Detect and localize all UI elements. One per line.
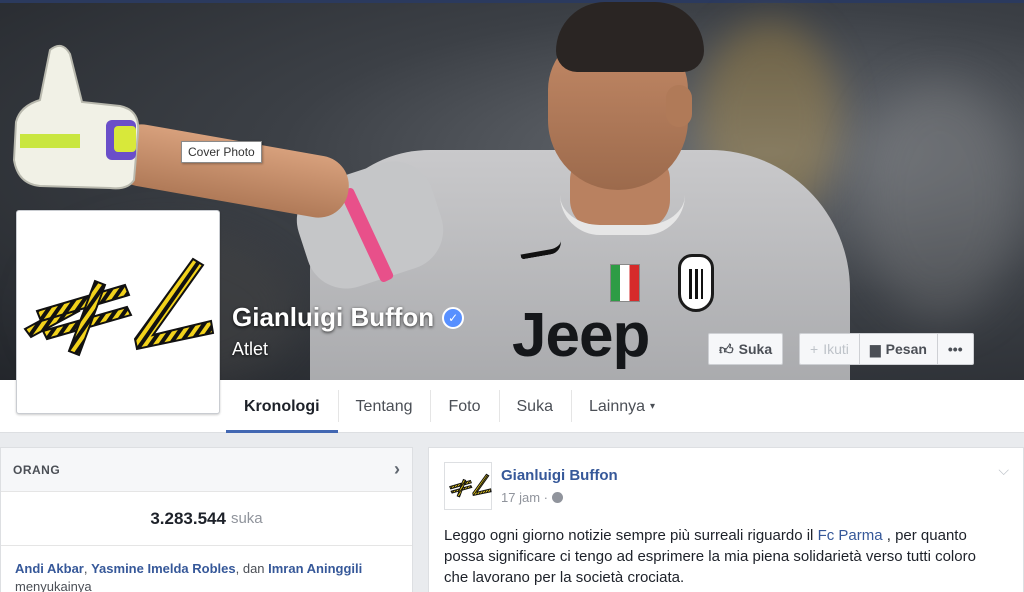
tab-about[interactable]: Tentang bbox=[337, 380, 431, 433]
post-author-name[interactable]: Gianluigi Buffon bbox=[501, 467, 618, 484]
post-time-label: 17 jam · bbox=[501, 490, 548, 505]
caret-down-icon: ▾ bbox=[650, 401, 656, 412]
profile-picture[interactable] bbox=[16, 210, 220, 414]
globe-icon bbox=[551, 492, 563, 503]
background-blur bbox=[860, 80, 1020, 320]
verified-badge-icon: ✓ bbox=[442, 306, 465, 329]
timeline-post: Gianluigi Buffon 17 jam · ⌵ Leggo ogni g… bbox=[428, 447, 1024, 592]
tab-likes[interactable]: Suka bbox=[498, 380, 571, 433]
juventus-crest-icon bbox=[678, 254, 714, 312]
likes-unit: suka bbox=[230, 510, 263, 527]
tab-photos[interactable]: Foto bbox=[430, 380, 498, 433]
chevron-down-icon[interactable]: ⌵ bbox=[998, 462, 1009, 479]
friends-suffix: menyukainya bbox=[15, 579, 92, 592]
player-hair bbox=[556, 2, 704, 72]
tab-timeline[interactable]: Kronologi bbox=[226, 380, 338, 433]
friend-link[interactable]: Imran Aninggili bbox=[268, 561, 362, 576]
follow-button-label: Ikuti bbox=[823, 341, 849, 357]
page-category[interactable]: Atlet bbox=[232, 339, 464, 360]
nav-tabs: Kronologi Tentang Foto Suka Lainnya ▾ bbox=[226, 380, 673, 433]
plus-icon: + bbox=[810, 341, 819, 357]
message-button-label: Pesan bbox=[885, 341, 927, 357]
buffon-logo-icon bbox=[449, 473, 492, 498]
player-ear bbox=[666, 85, 692, 127]
buffon-logo-icon bbox=[23, 257, 215, 357]
italy-flag-icon bbox=[610, 264, 640, 302]
likes-count-row: 3.283.544 suka bbox=[1, 492, 412, 546]
like-button-label: Suka bbox=[738, 341, 773, 357]
likes-count: 3.283.544 bbox=[150, 508, 226, 528]
tab-more[interactable]: Lainnya ▾ bbox=[570, 380, 673, 433]
more-options-button[interactable]: ••• bbox=[936, 333, 974, 365]
like-button[interactable]: 👍︎ Suka bbox=[708, 333, 784, 365]
speech-bubble-icon: ▆ bbox=[869, 340, 881, 357]
page-title-row: Gianluigi Buffon ✓ bbox=[232, 302, 465, 333]
friends-joiner: , dan bbox=[235, 561, 269, 576]
post-body: Leggo ogni giorno notizie sempre più sur… bbox=[444, 525, 1004, 588]
post-text-before: Leggo ogni giorno notizie sempre più sur… bbox=[444, 527, 818, 544]
page-header: Gianluigi Buffon ✓ Atlet bbox=[232, 302, 465, 360]
friend-link[interactable]: Yasmine Imelda Robles bbox=[91, 561, 236, 576]
people-card-header[interactable]: ORANG › bbox=[1, 448, 412, 492]
page-actions: + Ikuti ▆ Pesan ••• bbox=[799, 333, 974, 365]
message-button[interactable]: ▆ Pesan bbox=[858, 333, 938, 365]
people-card: ORANG › 3.283.544 suka Andi Akbar, Yasmi… bbox=[0, 447, 413, 592]
post-mention-link[interactable]: Fc Parma bbox=[818, 527, 883, 544]
friend-link[interactable]: Andi Akbar bbox=[15, 561, 84, 576]
follow-button[interactable]: + Ikuti bbox=[799, 333, 860, 365]
people-card-title: ORANG bbox=[13, 462, 61, 477]
jersey-sponsor: Jeep bbox=[512, 301, 650, 370]
friends-who-like: Andi Akbar, Yasmine Imelda Robles, dan I… bbox=[15, 561, 363, 592]
tab-more-label: Lainnya bbox=[588, 397, 646, 415]
post-timestamp[interactable]: 17 jam · bbox=[501, 490, 563, 505]
chevron-right-icon: › bbox=[394, 459, 400, 479]
post-author-avatar[interactable] bbox=[444, 462, 492, 510]
player-arm bbox=[106, 119, 354, 223]
page-title[interactable]: Gianluigi Buffon bbox=[232, 302, 434, 333]
thumbs-up-icon: 👍︎ bbox=[719, 340, 734, 357]
thumbs-up-glove-icon bbox=[12, 44, 140, 190]
top-border bbox=[0, 0, 1024, 3]
cover-photo-tooltip: Cover Photo bbox=[181, 141, 262, 163]
more-dots-icon: ••• bbox=[947, 341, 963, 357]
